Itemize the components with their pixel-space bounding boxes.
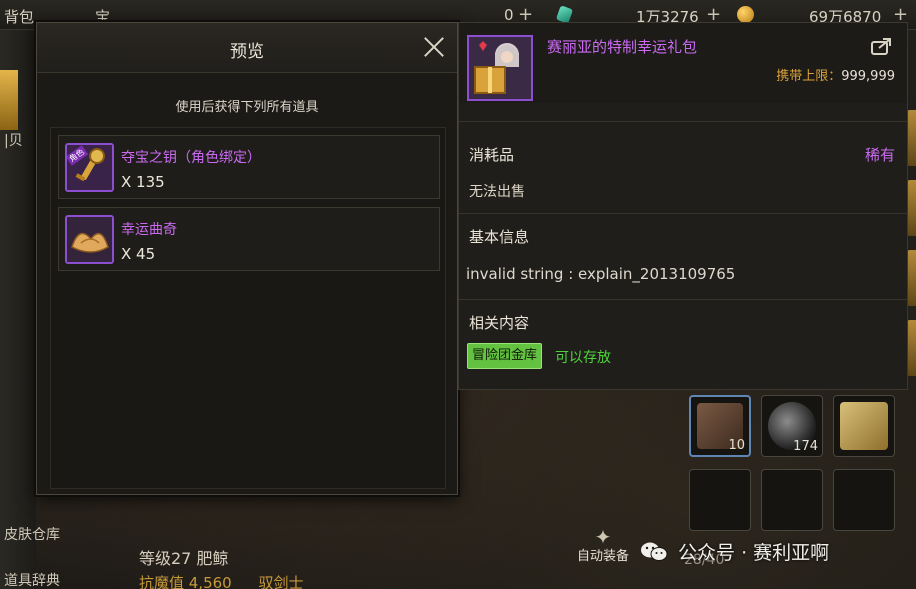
auto-equip-button[interactable]: ✦ 自动装备 — [575, 525, 631, 564]
preview-subtitle: 使用后获得下列所有道具 — [175, 100, 319, 115]
inventory-slot[interactable] — [833, 395, 895, 457]
reward-name: 夺宝之钥（角色绑定） — [121, 150, 261, 166]
sell-status: 无法出售 — [469, 184, 525, 200]
inventory-slot[interactable]: 174 — [761, 395, 823, 457]
reward-list: 角色 夺宝之钥（角色绑定） X 135 幸运曲奇 X 45 — [50, 127, 446, 489]
watermark: 公众号 · 赛利亚啊 — [640, 538, 829, 565]
basic-info-heading: 基本信息 — [469, 228, 530, 246]
close-button[interactable] — [421, 34, 447, 60]
reward-item[interactable]: 角色 夺宝之钥（角色绑定） X 135 — [58, 135, 440, 199]
character-level: 等级27 肥鲸 — [139, 549, 229, 568]
divider — [459, 299, 907, 300]
sidebar-item-item-dictionary[interactable]: 道具辞典 — [4, 570, 60, 589]
golden-key-icon: 角色 — [65, 143, 114, 192]
character-stats: 抗魔值 4,560 驭剑士 — [139, 572, 304, 589]
bag-tab-label[interactable]: 背包 — [4, 6, 34, 27]
fortune-cookie-icon — [65, 215, 114, 264]
preview-title: 预览 — [230, 42, 264, 62]
carry-limit-value: 999,999 — [841, 69, 895, 84]
reward-name: 幸运曲奇 — [121, 222, 177, 238]
gold-coin-icon — [737, 6, 754, 23]
side-gold-tab[interactable] — [0, 70, 18, 130]
slot-count: 10 — [728, 438, 745, 453]
item-header: 赛丽亚的特制幸运礼包 携带上限：999,999 — [459, 23, 907, 103]
item-rarity: 稀有 — [864, 146, 895, 164]
seria-gift-icon — [467, 35, 533, 101]
storage-note: 可以存放 — [555, 350, 611, 366]
wechat-icon — [641, 542, 668, 561]
related-content-heading: 相关内容 — [469, 314, 530, 332]
sidebar-partial-label: |贝 — [4, 133, 23, 149]
inventory-slot-empty[interactable] — [833, 469, 895, 531]
carry-limit: 携带上限：999,999 — [776, 65, 895, 84]
inventory-slot-empty[interactable] — [689, 469, 751, 531]
preview-dialog: 预览 使用后获得下列所有道具 角色 夺宝之钥（角色绑定） X 135 幸运曲奇 … — [36, 22, 458, 495]
watermark-text: 公众号 · 赛利亚啊 — [678, 542, 830, 564]
reward-quantity: X 135 — [121, 173, 165, 191]
divider — [459, 213, 907, 214]
share-icon[interactable] — [871, 37, 893, 55]
item-name: 赛丽亚的特制幸运礼包 — [547, 38, 698, 56]
gem-icon — [555, 5, 574, 24]
inventory-slot-empty[interactable] — [761, 469, 823, 531]
inventory-slot[interactable]: 10 — [689, 395, 751, 457]
scroll-item-icon — [840, 402, 888, 450]
preview-header: 预览 — [37, 23, 457, 73]
sidebar-item-skin-storage[interactable]: 皮肤仓库 — [4, 524, 60, 544]
auto-equip-icon: ✦ — [594, 525, 612, 549]
reward-quantity: X 45 — [121, 245, 156, 263]
left-side-strip — [0, 30, 36, 589]
reward-item[interactable]: 幸运曲奇 X 45 — [58, 207, 440, 271]
auto-equip-label: 自动装备 — [576, 549, 629, 564]
divider — [459, 121, 907, 122]
item-explain-text: invalid string : explain_2013109765 — [466, 265, 736, 283]
item-detail-panel: 赛丽亚的特制幸运礼包 携带上限：999,999 消耗品 稀有 无法出售 基本信息… — [458, 22, 908, 390]
carry-limit-label: 携带上限： — [776, 69, 842, 84]
storage-badge[interactable]: 冒险团金库 — [467, 343, 543, 369]
class-name: 驭剑士 — [258, 574, 304, 589]
resist-value: 抗魔值 4,560 — [139, 574, 232, 589]
slot-count: 174 — [793, 439, 818, 454]
item-type: 消耗品 — [469, 146, 515, 164]
